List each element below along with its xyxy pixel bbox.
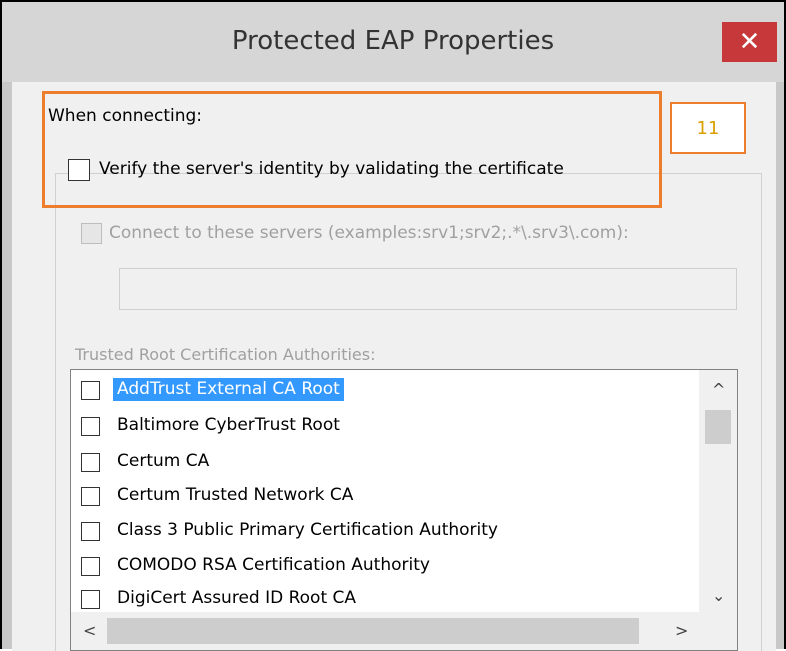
dialog-window: Protected EAP Properties ✕ When connecti… [0,0,786,651]
ca-name: DigiCert Assured ID Root CA [117,588,357,608]
scroll-down-icon[interactable]: ⌄ [712,586,725,605]
scroll-up-icon[interactable]: ^ [712,380,725,399]
close-button[interactable]: ✕ [722,22,777,62]
ca-name: Class 3 Public Primary Certification Aut… [117,520,498,540]
ca-checkbox[interactable] [81,417,100,436]
window-title: Protected EAP Properties [231,26,555,56]
ca-checkbox[interactable] [81,453,100,472]
horizontal-scroll-thumb[interactable] [107,618,639,644]
horizontal-scrollbar[interactable]: < > [71,612,699,650]
title-bar[interactable]: Protected EAP Properties ✕ [2,2,784,82]
connect-servers-checkbox[interactable] [81,223,102,244]
ca-checkbox[interactable] [81,590,100,609]
connect-servers-label: Connect to these servers (examples:srv1;… [109,223,629,243]
vertical-scrollbar[interactable]: ^ ⌄ [699,370,737,612]
close-icon: ✕ [738,27,761,57]
annotation-step-number: 11 [670,102,746,154]
ca-checkbox[interactable] [81,522,100,541]
ca-checkbox[interactable] [81,557,100,576]
ca-name: Certum CA [117,451,210,471]
scrollbar-corner [699,612,737,650]
vertical-scroll-thumb[interactable] [705,410,731,444]
annotation-highlight-box [42,91,662,208]
scroll-left-icon[interactable]: < [83,621,96,640]
ca-name: COMODO RSA Certification Authority [117,555,430,575]
ca-name: Certum Trusted Network CA [117,485,354,505]
ca-name: Baltimore CyberTrust Root [117,415,340,435]
scroll-right-icon[interactable]: > [675,621,688,640]
trusted-root-ca-list[interactable]: AddTrust External CA Root Baltimore Cybe… [70,369,738,651]
trusted-root-ca-label: Trusted Root Certification Authorities: [75,345,376,364]
ca-name: AddTrust External CA Root [113,378,344,401]
ca-checkbox[interactable] [81,487,100,506]
server-names-input[interactable] [119,268,737,310]
ca-checkbox[interactable] [81,381,100,400]
